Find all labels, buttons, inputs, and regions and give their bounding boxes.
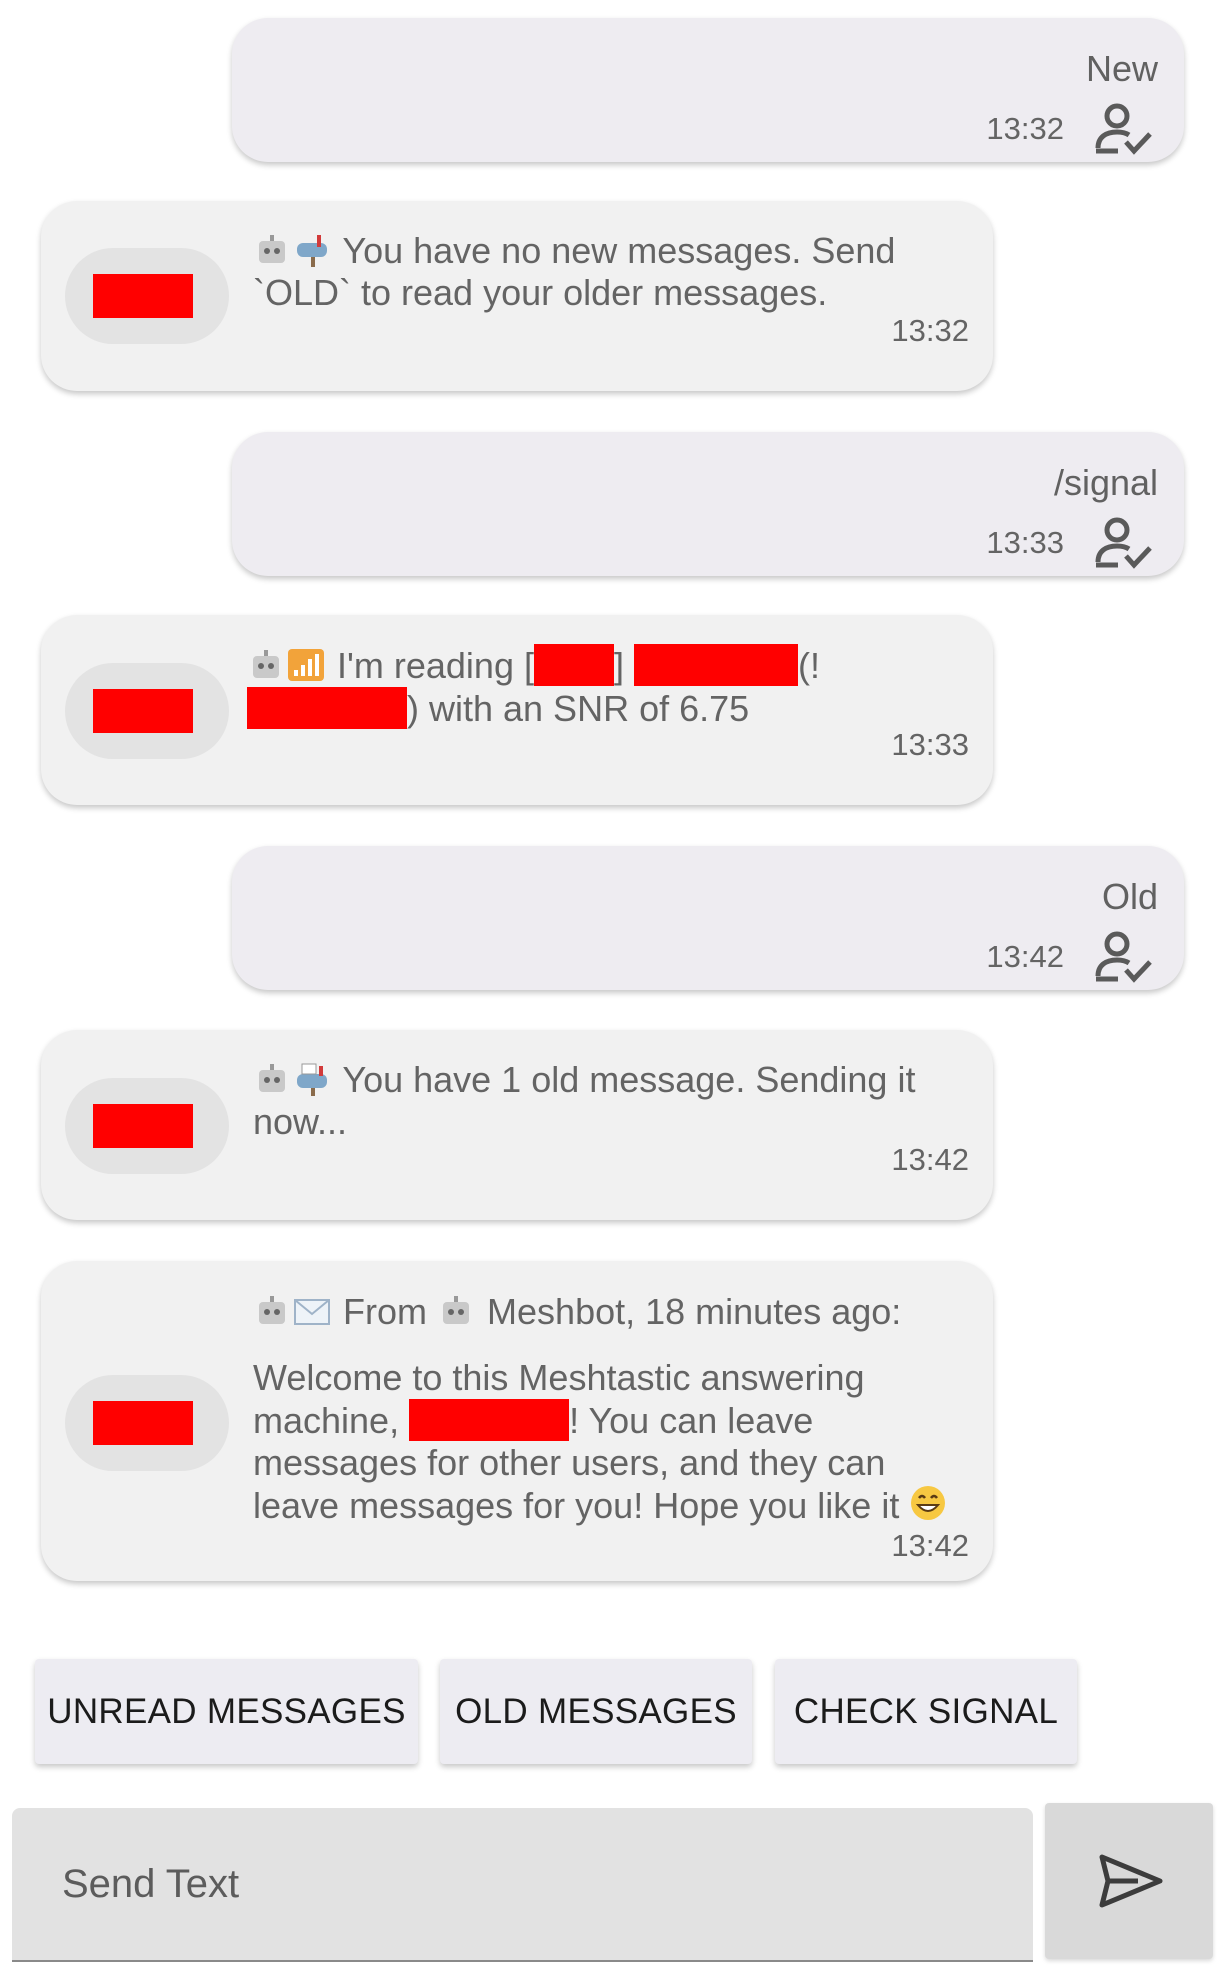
message-header: From Meshbot, 18 minutes ago:	[253, 1291, 969, 1333]
avatar[interactable]	[65, 248, 229, 344]
robot-emoji-icon	[259, 1064, 285, 1092]
mailbox-emoji-icon	[297, 235, 327, 267]
message-text: Old	[1101, 876, 1158, 917]
grinning-face-emoji-icon	[911, 1486, 946, 1520]
redacted-name	[93, 1401, 193, 1445]
robot-emoji-icon	[443, 1296, 470, 1324]
message-input-container	[12, 1808, 1033, 1962]
signal-bars-emoji-icon	[288, 649, 324, 681]
message-time: 13:42	[986, 939, 1064, 974]
avatar[interactable]	[65, 1078, 229, 1174]
message-time: 13:42	[891, 1528, 969, 1563]
redacted-name	[93, 689, 193, 733]
message-time: 13:42	[891, 1142, 969, 1177]
send-text-input[interactable]	[60, 1808, 1004, 1960]
redacted-node-name	[634, 644, 799, 686]
redacted-node-detail	[247, 687, 407, 729]
avatar[interactable]	[65, 663, 229, 759]
message-text: From Meshbot, 18 minutes ago: Welcome to…	[253, 1291, 969, 1527]
message-body: Welcome to this Meshtastic answering mac…	[253, 1357, 969, 1527]
message-text: I'm reading [] (! ) with an SNR of 6.75	[247, 644, 969, 730]
envelope-emoji-icon	[294, 1299, 330, 1325]
unread-messages-button[interactable]: UNREAD MESSAGES	[35, 1659, 418, 1764]
message-text: You have 1 old message. Sending it now..…	[253, 1059, 916, 1142]
outgoing-message[interactable]: Old 13:42	[232, 846, 1184, 990]
robot-emoji-icon	[259, 235, 285, 263]
redacted-name	[93, 1104, 193, 1148]
delivered-check-icon	[1095, 931, 1152, 983]
robot-emoji-icon	[259, 1296, 285, 1324]
incoming-message[interactable]: You have 1 old message. Sending it now..…	[41, 1030, 993, 1220]
outgoing-message[interactable]: New 13:32	[232, 18, 1184, 162]
incoming-message[interactable]: From Meshbot, 18 minutes ago: Welcome to…	[41, 1261, 993, 1581]
send-icon	[1099, 1854, 1163, 1908]
message-time: 13:33	[891, 727, 969, 762]
outgoing-message[interactable]: /signal 13:33	[232, 432, 1184, 576]
message-text: New	[1085, 48, 1158, 89]
message-time: 13:32	[891, 313, 969, 348]
delivered-check-icon	[1095, 103, 1152, 155]
old-messages-button[interactable]: OLD MESSAGES	[440, 1659, 752, 1764]
message-text: /signal	[1053, 462, 1158, 503]
message-time: 13:32	[986, 111, 1064, 146]
incoming-message[interactable]: I'm reading [] (! ) with an SNR of 6.75 …	[41, 615, 993, 805]
delivered-check-icon	[1095, 517, 1152, 569]
avatar[interactable]	[65, 1375, 229, 1471]
robot-emoji-icon	[253, 650, 279, 678]
send-button[interactable]	[1045, 1803, 1213, 1959]
check-signal-button[interactable]: CHECK SIGNAL	[775, 1659, 1077, 1764]
redacted-name	[93, 274, 193, 318]
incoming-message[interactable]: You have no new messages. Send `OLD` to …	[41, 201, 993, 391]
mailbox-with-mail-emoji-icon	[297, 1063, 327, 1096]
redacted-user-name	[409, 1399, 570, 1441]
message-time: 13:33	[986, 525, 1064, 560]
redacted-node-id	[533, 644, 614, 686]
message-text: You have no new messages. Send `OLD` to …	[253, 230, 896, 313]
